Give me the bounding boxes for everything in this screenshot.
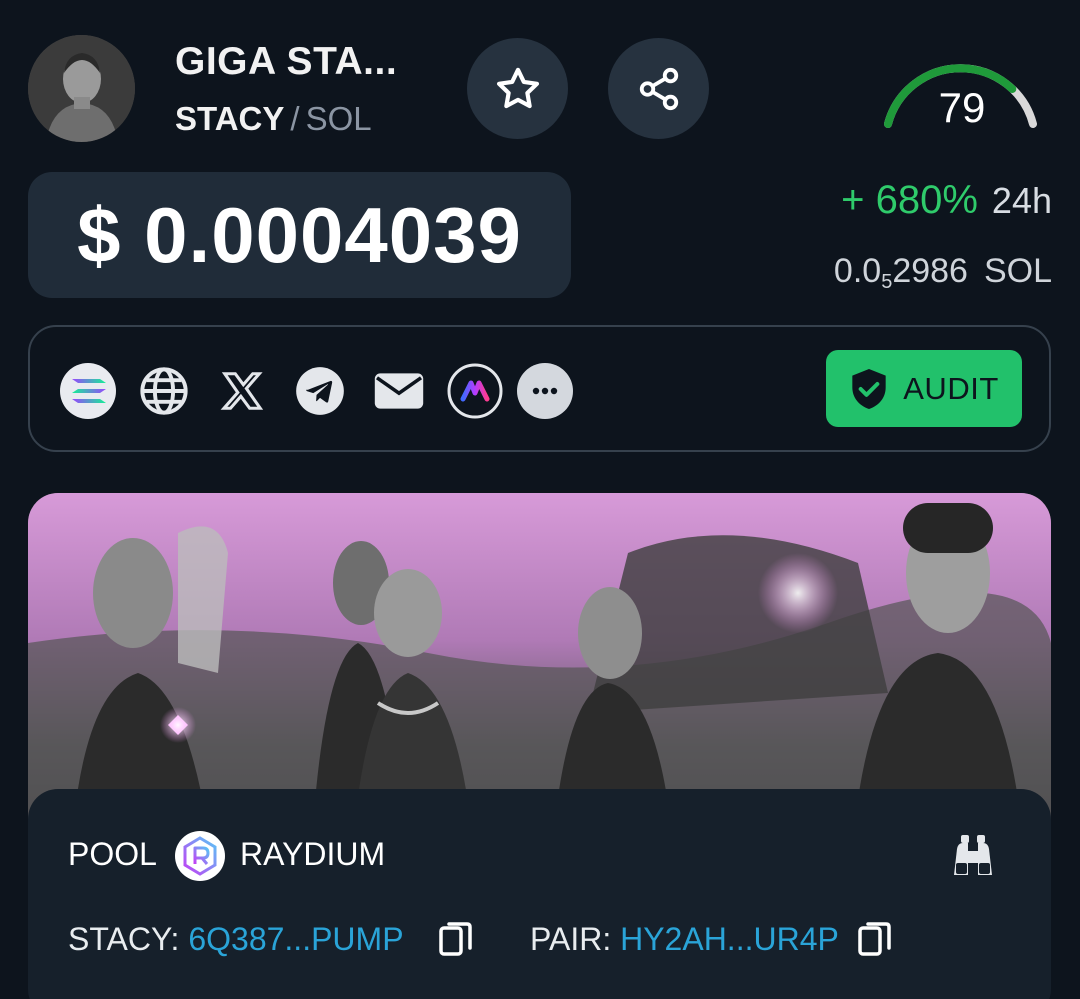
pair-address-link[interactable]: HY2AH...UR4P	[620, 921, 839, 957]
audit-label: AUDIT	[903, 370, 999, 406]
sol-unit: SOL	[983, 252, 1052, 290]
token-address-row: STACY: 6Q387...PUMP	[68, 921, 404, 958]
token-avatar	[28, 35, 135, 142]
token-name: GIGA STA...	[175, 40, 398, 83]
pair-separator: /	[290, 100, 300, 137]
token-symbol: STACY	[175, 100, 285, 137]
sol-prefix: 0.0	[833, 252, 882, 290]
token-chain: SOL	[305, 100, 372, 137]
token-address-label: STACY:	[68, 921, 180, 957]
globe-icon[interactable]	[136, 363, 192, 419]
pair-address-label: PAIR:	[530, 921, 612, 957]
shield-check-icon	[852, 368, 886, 409]
binoculars-icon[interactable]	[948, 831, 998, 881]
score-value: 79	[938, 84, 986, 131]
change-period: 24h	[991, 180, 1052, 221]
pool-dex-name: RAYDIUM	[240, 836, 386, 872]
app-logo-icon[interactable]	[447, 363, 503, 419]
pair-address-row: PAIR: HY2AH...UR4P	[530, 921, 839, 958]
telegram-icon[interactable]	[292, 363, 348, 419]
pool-card	[28, 789, 1051, 999]
token-page: GIGA STA... STACY / SOL 79 $ 0.0004039 + 6…	[0, 0, 1080, 999]
x-icon[interactable]	[214, 363, 270, 419]
favorite-button[interactable]	[467, 38, 568, 139]
token-address-link[interactable]: 6Q387...PUMP	[188, 921, 403, 957]
sol-digits: 2986	[892, 252, 968, 290]
price-sol: 0.052986 SOL	[834, 252, 1052, 294]
change-percent: + 680%	[841, 178, 978, 222]
raydium-icon	[175, 831, 225, 881]
mail-icon[interactable]	[371, 363, 427, 419]
copy-icon[interactable]	[858, 920, 892, 958]
copy-icon[interactable]	[439, 920, 473, 958]
audit-button[interactable]: AUDIT	[826, 350, 1022, 427]
price-change: + 680% 24h	[841, 178, 1052, 223]
share-button[interactable]	[608, 38, 709, 139]
pool-label: POOL	[68, 836, 157, 872]
price-usd: $ 0.0004039	[77, 190, 522, 279]
solana-icon[interactable]	[60, 363, 116, 419]
price-box: $ 0.0004039	[28, 172, 571, 298]
star-icon	[496, 67, 539, 108]
token-pair: STACY / SOL	[175, 100, 372, 138]
more-icon[interactable]	[517, 363, 573, 419]
share-icon	[639, 67, 678, 110]
sol-zero-count: 5	[881, 271, 893, 293]
